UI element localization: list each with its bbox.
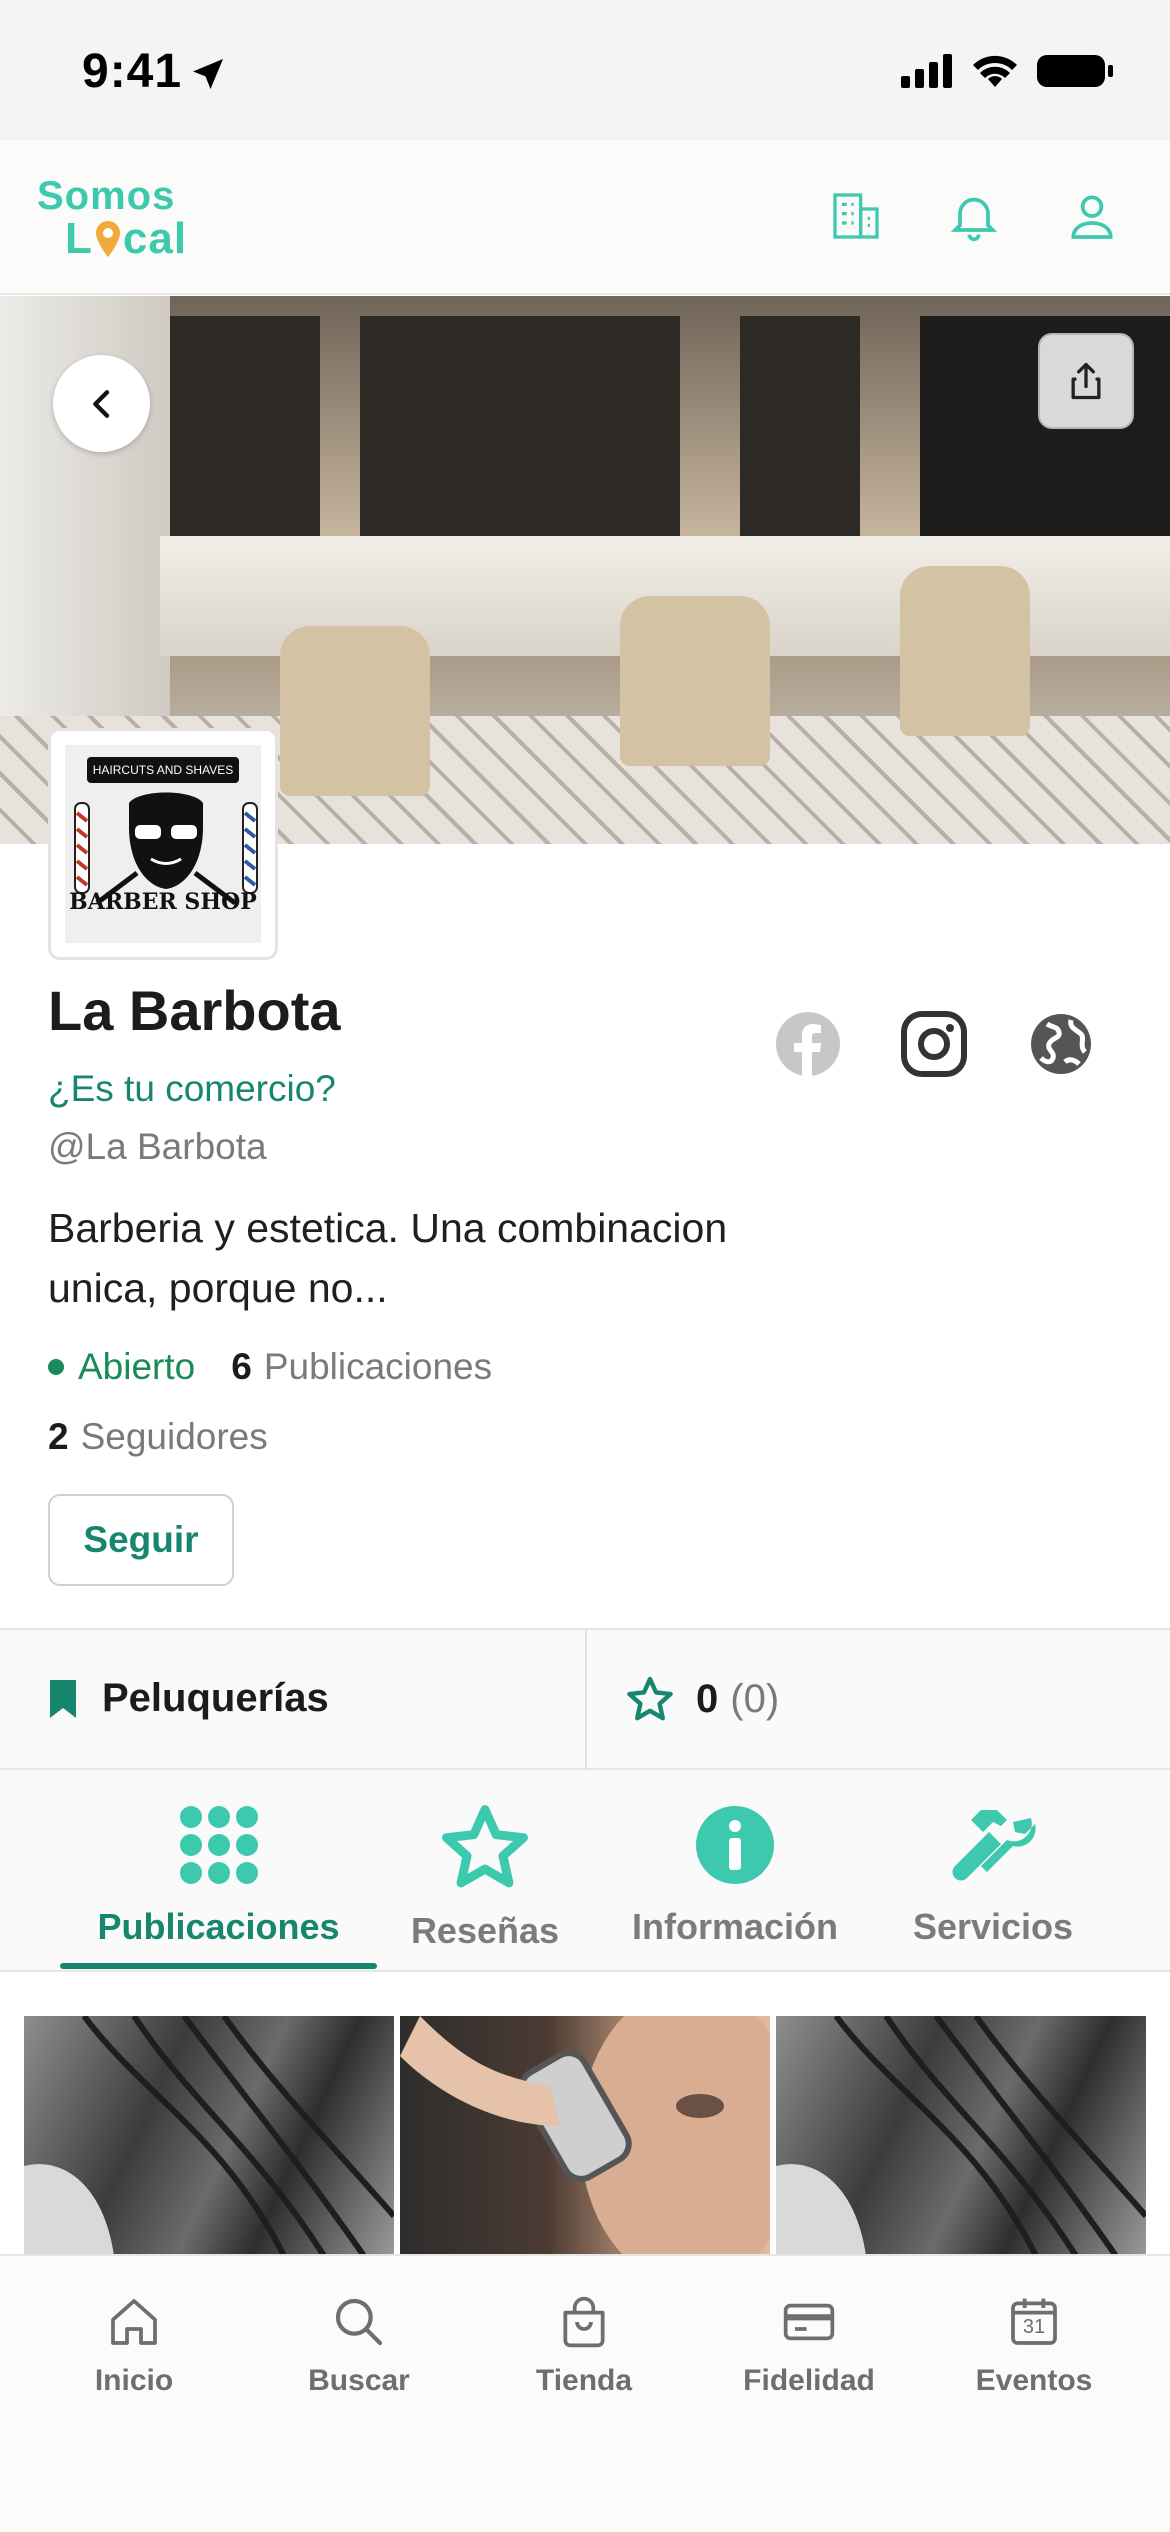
category-label: Peluquerías — [102, 1676, 329, 1720]
status-time: 9:41 — [82, 45, 183, 98]
share-icon — [1071, 362, 1101, 400]
card-icon — [783, 2303, 835, 2341]
logo-letter: L — [65, 214, 93, 263]
rating-value: 0 — [696, 1676, 719, 1721]
status-bar: 9:41 — [0, 0, 1170, 140]
facebook-icon[interactable] — [774, 1010, 842, 1078]
signal-icon — [901, 54, 952, 88]
battery-icon — [1037, 55, 1113, 87]
barber-shop-logo: HAIRCUTS AND SHAVES BARBER SHOP — [65, 745, 261, 943]
nav-inicio[interactable]: Inicio — [34, 2294, 234, 2398]
followers-label: Seguidores — [80, 1416, 268, 1457]
info-strip: Peluquerías 0 (0) — [0, 1628, 1170, 1770]
logo-tagline: HAIRCUTS AND SHAVES — [87, 757, 239, 783]
map-pin-icon — [95, 221, 120, 257]
follow-button[interactable]: Seguir — [48, 1494, 234, 1586]
tab-label: Publicaciones — [97, 1906, 340, 1947]
profile-tabs: Publicaciones Reseñas Información Servic… — [0, 1770, 1170, 1972]
back-button[interactable] — [53, 355, 150, 452]
cover-mirror — [360, 316, 680, 556]
nav-fidelidad[interactable]: Fidelidad — [709, 2294, 909, 2398]
share-button[interactable] — [1038, 333, 1134, 429]
nav-label: Inicio — [94, 2364, 174, 2397]
tab-label: Servicios — [912, 1906, 1074, 1947]
open-status: Abierto — [78, 1346, 196, 1387]
logo-text-top: Somos — [37, 174, 176, 218]
category[interactable]: Peluquerías — [48, 1676, 329, 1721]
cover-chair — [900, 566, 1030, 736]
logo-text-bottom: L cal — [65, 214, 187, 264]
tab-label: Información — [631, 1906, 838, 1947]
publications-label: Publicaciones — [263, 1346, 493, 1387]
followers-stats[interactable]: 2 Seguidores — [48, 1416, 268, 1458]
post-thumbnail[interactable] — [400, 2016, 770, 2256]
nav-label: Eventos — [975, 2364, 1093, 2397]
building-icon[interactable] — [828, 188, 884, 244]
star-icon — [442, 1805, 528, 1888]
publications-count: 6 — [231, 1346, 252, 1387]
cover-chair — [620, 596, 770, 766]
tab-servicios[interactable]: Servicios — [890, 1804, 1096, 1948]
nav-label: Fidelidad — [743, 2364, 875, 2397]
bookmark-icon — [50, 1679, 76, 1718]
tab-informacion[interactable]: Información — [615, 1804, 855, 1948]
info-divider — [585, 1630, 587, 1770]
globe-icon[interactable] — [1027, 1010, 1095, 1078]
cover-mirror — [740, 316, 860, 556]
home-icon — [111, 2299, 157, 2345]
logo-letters: cal — [122, 214, 188, 263]
publications-grid — [0, 1972, 1170, 2256]
post-thumbnail[interactable] — [776, 2016, 1146, 2256]
cover-mirror — [170, 316, 320, 556]
business-stats: Abierto 6 Publicaciones — [48, 1346, 492, 1388]
calendar-day: 31 — [1022, 2316, 1046, 2338]
rating-count: (0) — [730, 1676, 780, 1721]
shopping-bag-icon — [563, 2296, 605, 2348]
nav-label: Tienda — [535, 2364, 633, 2397]
wifi-icon — [973, 55, 1017, 87]
logo-caption: BARBER SHOP — [69, 889, 257, 915]
claim-business-link[interactable]: ¿Es tu comercio? — [48, 1068, 336, 1110]
nav-tienda[interactable]: Tienda — [484, 2294, 684, 2398]
business-handle: @La Barbota — [48, 1126, 267, 1167]
calendar-icon: 31 — [1006, 2294, 1062, 2350]
user-icon[interactable] — [1064, 188, 1120, 244]
nav-buscar[interactable]: Buscar — [259, 2294, 459, 2398]
post-thumbnail[interactable] — [24, 2016, 394, 2256]
active-tab-indicator — [60, 1963, 377, 1969]
followers-count: 2 — [48, 1416, 69, 1457]
hair-photo — [24, 2016, 394, 2256]
nav-label: Buscar — [308, 2364, 410, 2397]
chevron-left-icon — [92, 389, 109, 418]
tab-publicaciones[interactable]: Publicaciones — [60, 1804, 377, 1948]
business-name: La Barbota — [48, 979, 341, 1042]
status-indicators — [901, 52, 1115, 90]
grid-dots-icon — [179, 1806, 258, 1884]
cover-chair — [280, 626, 430, 796]
somos-local-logo[interactable]: Somos L cal — [37, 174, 207, 264]
bell-icon[interactable] — [946, 188, 1002, 244]
business-description[interactable]: Barberia y estetica. Una combinacion uni… — [48, 1198, 748, 1318]
hair-photo — [776, 2016, 1146, 2256]
bottom-navigation: Inicio Buscar Tienda Fidelidad 31 Evento… — [0, 2254, 1170, 2532]
header-actions — [828, 188, 1120, 244]
location-arrow-icon — [193, 59, 223, 89]
search-icon — [335, 2298, 383, 2346]
business-avatar: HAIRCUTS AND SHAVES BARBER SHOP — [48, 728, 278, 960]
instagram-icon[interactable] — [900, 1010, 968, 1078]
tools-icon — [952, 1810, 1036, 1881]
info-icon — [696, 1806, 774, 1884]
beard-trim-photo — [400, 2016, 770, 2256]
rating[interactable]: 0 (0) — [626, 1676, 779, 1722]
tab-resenas[interactable]: Reseñas — [395, 1804, 575, 1952]
nav-eventos[interactable]: 31 Eventos — [934, 2294, 1134, 2398]
open-status-dot — [48, 1359, 64, 1375]
tab-label: Reseñas — [410, 1910, 560, 1951]
app-header: Somos L cal — [0, 140, 1170, 295]
star-outline-icon — [627, 1676, 673, 1721]
